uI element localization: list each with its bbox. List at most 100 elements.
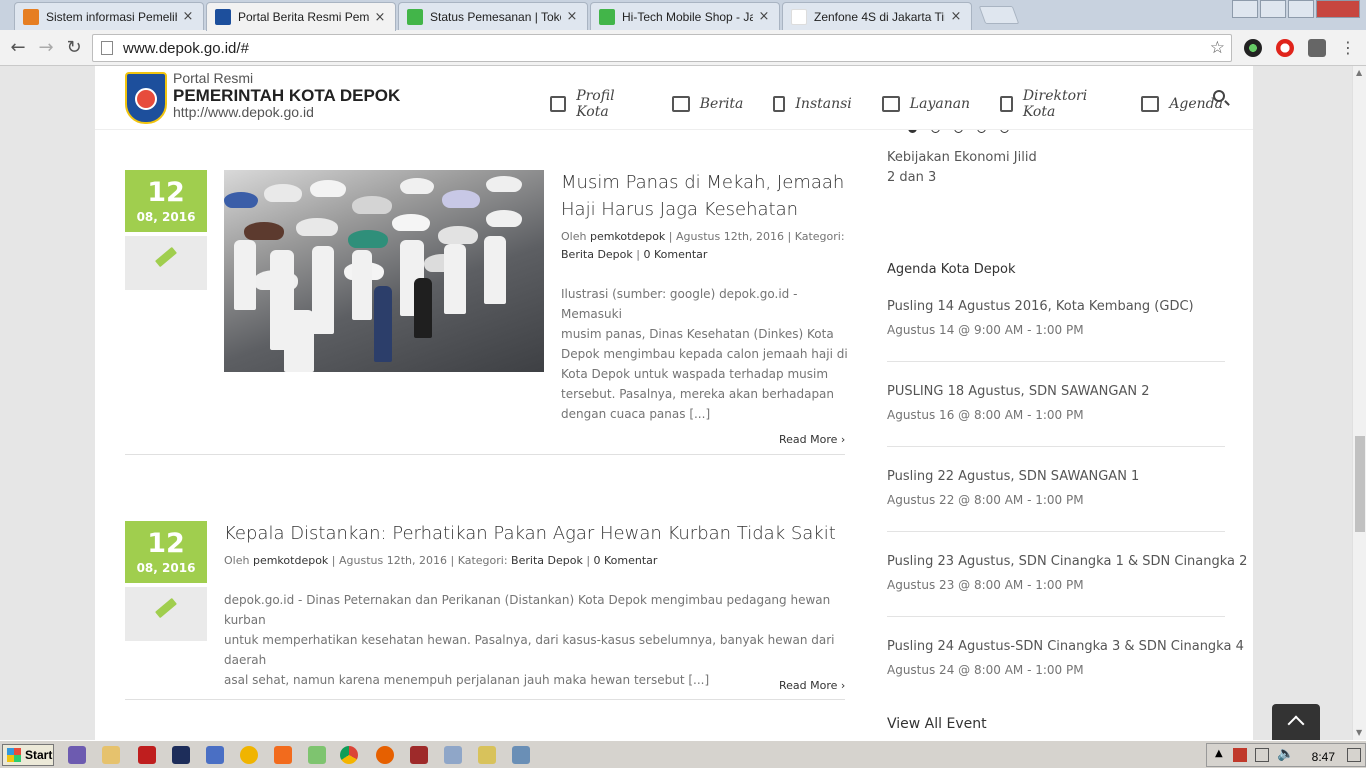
new-tab-button[interactable] bbox=[978, 6, 1020, 24]
browser-tab[interactable]: Sistem informasi Pemelihar × bbox=[14, 2, 204, 30]
post-thumbnail-image[interactable] bbox=[224, 170, 544, 372]
post-excerpt: depok.go.id - Dinas Peternakan dan Perik… bbox=[224, 590, 844, 690]
back-arrow-icon[interactable]: ← bbox=[6, 36, 30, 60]
nav-berita[interactable]: Berita bbox=[671, 88, 743, 120]
browser-tab[interactable]: Zenfone 4S di Jakarta Timu × bbox=[782, 2, 972, 30]
nav-agenda[interactable]: Agenda bbox=[1141, 88, 1223, 120]
read-more-label: Read More bbox=[779, 679, 838, 692]
slider-caption[interactable]: Kebijakan Ekonomi Jilid 2 dan 3 bbox=[887, 148, 1037, 188]
nav-label: Direktori Kota bbox=[1022, 88, 1088, 120]
reload-icon[interactable]: ↻ bbox=[62, 36, 86, 60]
post-month-year: 08, 2016 bbox=[136, 561, 196, 575]
tab-close-icon[interactable]: × bbox=[949, 9, 963, 24]
app-icon[interactable] bbox=[410, 746, 428, 764]
menu-icon[interactable]: ⋮ bbox=[1336, 36, 1360, 60]
scrollbar-thumb[interactable] bbox=[1355, 436, 1365, 532]
notepad-icon[interactable] bbox=[478, 746, 496, 764]
chevron-right-icon: › bbox=[840, 433, 846, 446]
nav-layanan[interactable]: Layanan bbox=[881, 88, 970, 120]
restore-button[interactable] bbox=[1288, 0, 1314, 18]
tab-close-icon[interactable]: × bbox=[373, 10, 387, 25]
app-icon[interactable] bbox=[444, 746, 462, 764]
search-icon[interactable] bbox=[1213, 90, 1225, 102]
file-explorer-icon[interactable] bbox=[102, 746, 120, 764]
clock[interactable]: 8:47 bbox=[1312, 750, 1335, 764]
view-all-events-link[interactable]: View All Event bbox=[887, 716, 987, 732]
extension-icon[interactable] bbox=[1244, 39, 1262, 57]
network-icon[interactable] bbox=[1255, 748, 1269, 762]
read-more-link[interactable]: Read More › bbox=[779, 679, 845, 692]
event-title[interactable]: Pusling 24 Agustus-SDN Cinangka 3 & SDN … bbox=[887, 639, 1244, 654]
cast-extension-icon[interactable] bbox=[1308, 39, 1326, 57]
bookmark-star-icon[interactable]: ☆ bbox=[1210, 38, 1225, 58]
event-divider bbox=[887, 531, 1225, 532]
nav-label: Profil Kota bbox=[576, 88, 615, 120]
post-date: Agustus 12th, 2016 bbox=[339, 554, 447, 567]
photoshop-icon[interactable] bbox=[172, 746, 190, 764]
tray-expand-icon[interactable]: ▲ bbox=[1215, 748, 1223, 759]
browser-tab[interactable]: Hi-Tech Mobile Shop - Jaka × bbox=[590, 2, 780, 30]
start-label: Start bbox=[25, 748, 53, 762]
event-date: Agustus 23 @ 8:00 AM - 1:00 PM bbox=[887, 578, 1084, 592]
notifications-icon[interactable] bbox=[1347, 748, 1361, 762]
filezilla-icon[interactable] bbox=[138, 746, 156, 764]
event-title[interactable]: Pusling 14 Agustus 2016, Kota Kembang (G… bbox=[887, 299, 1194, 314]
comments-link[interactable]: 0 Komentar bbox=[594, 554, 658, 567]
tab-title: Zenfone 4S di Jakarta Timu bbox=[814, 9, 945, 24]
excerpt-line: tersebut. Pasalnya, mereka akan berhadap… bbox=[561, 387, 835, 401]
scroll-up-icon[interactable]: ▲ bbox=[1356, 68, 1362, 77]
scroll-down-icon[interactable]: ▼ bbox=[1356, 728, 1362, 737]
nav-profil-kota[interactable]: Profil Kota bbox=[550, 88, 642, 120]
opera-extension-icon[interactable] bbox=[1276, 39, 1294, 57]
browser-tab[interactable]: Status Pemesanan | Tokop × bbox=[398, 2, 588, 30]
post-format-box[interactable] bbox=[125, 587, 207, 641]
close-window-button[interactable] bbox=[1316, 0, 1360, 18]
event-date: Agustus 22 @ 8:00 AM - 1:00 PM bbox=[887, 493, 1084, 507]
event-title[interactable]: Pusling 22 Agustus, SDN SAWANGAN 1 bbox=[887, 469, 1139, 484]
profile-icon[interactable] bbox=[1232, 0, 1258, 18]
category-link[interactable]: Berita Depok bbox=[511, 554, 583, 567]
author-link[interactable]: pemkotdepok bbox=[253, 554, 328, 567]
comments-link[interactable]: 0 Komentar bbox=[643, 248, 707, 261]
app-icon[interactable] bbox=[206, 746, 224, 764]
author-link[interactable]: pemkotdepok bbox=[590, 230, 665, 243]
firefox-icon[interactable] bbox=[376, 746, 394, 764]
depok-emblem-logo[interactable] bbox=[125, 72, 167, 124]
meta-by-label: Oleh bbox=[561, 230, 587, 243]
minimize-button[interactable] bbox=[1260, 0, 1286, 18]
nav-instansi[interactable]: Instansi bbox=[773, 88, 852, 120]
category-link[interactable]: Berita Depok bbox=[561, 248, 633, 261]
address-bar[interactable]: www.depok.go.id/# ☆ bbox=[92, 34, 1232, 62]
chrome-icon[interactable] bbox=[340, 746, 358, 764]
page-scrollbar[interactable]: ▲ ▼ bbox=[1352, 66, 1366, 740]
browser-tab-active[interactable]: Portal Berita Resmi Pemerin × bbox=[206, 2, 396, 31]
forward-arrow-icon[interactable]: → bbox=[34, 36, 58, 60]
post-title[interactable]: Musim Panas di Mekah, Jemaah Haji Harus … bbox=[561, 169, 844, 223]
tab-close-icon[interactable]: × bbox=[181, 9, 195, 24]
volume-icon[interactable]: 🔈 bbox=[1277, 746, 1294, 762]
mi-pc-suite-icon[interactable] bbox=[274, 746, 292, 764]
visual-studio-icon[interactable] bbox=[68, 746, 86, 764]
tab-close-icon[interactable]: × bbox=[757, 9, 771, 24]
post-title[interactable]: Kepala Distankan: Perhatikan Pakan Agar … bbox=[224, 520, 836, 547]
scroll-to-top-button[interactable] bbox=[1272, 704, 1320, 740]
app-icon[interactable] bbox=[512, 746, 530, 764]
event-title[interactable]: Pusling 23 Agustus, SDN Cinangka 1 & SDN… bbox=[887, 554, 1247, 569]
url-text[interactable]: www.depok.go.id/# bbox=[123, 40, 249, 57]
app-icon[interactable] bbox=[308, 746, 326, 764]
calendar-icon bbox=[1141, 96, 1160, 112]
logo-title[interactable]: PEMERINTAH KOTA DEPOK bbox=[173, 86, 400, 106]
nav-direktori-kota[interactable]: Direktori Kota bbox=[1000, 88, 1111, 120]
start-button[interactable]: Start bbox=[2, 744, 54, 766]
logo-subtitle[interactable]: Portal Resmi bbox=[173, 70, 253, 86]
tab-close-icon[interactable]: × bbox=[565, 9, 579, 24]
read-more-link[interactable]: Read More › bbox=[779, 433, 845, 446]
event-title[interactable]: PUSLING 18 Agustus, SDN SAWANGAN 2 bbox=[887, 384, 1149, 399]
app-icon[interactable] bbox=[240, 746, 258, 764]
logo-url[interactable]: http://www.depok.go.id bbox=[173, 104, 314, 120]
event-date: Agustus 24 @ 8:00 AM - 1:00 PM bbox=[887, 663, 1084, 677]
excerpt-line: dengan cuaca panas [...] bbox=[561, 407, 711, 421]
post-format-box[interactable] bbox=[125, 236, 207, 290]
tray-app-icon[interactable] bbox=[1233, 748, 1247, 762]
excerpt-line: Ilustrasi (sumber: google) depok.go.id -… bbox=[561, 287, 798, 321]
